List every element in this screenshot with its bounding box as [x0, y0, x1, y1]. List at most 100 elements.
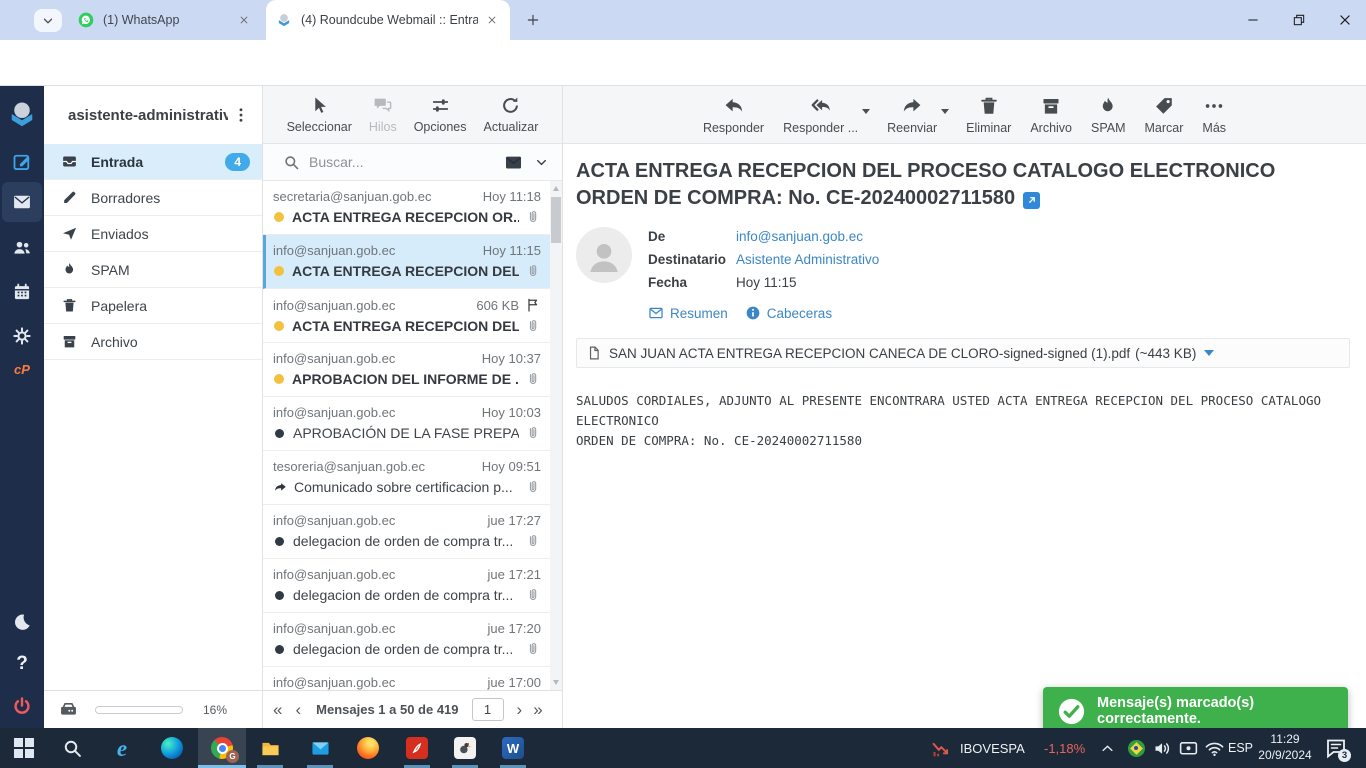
taskbar-search-icon[interactable]	[60, 736, 84, 760]
folder-spam[interactable]: SPAM	[44, 252, 262, 288]
list-item[interactable]: info@sanjuan.gob.ecHoy 10:03APROBACIÓN D…	[263, 397, 551, 451]
message-date: jue 17:27	[488, 513, 542, 528]
list-item[interactable]: info@sanjuan.gob.ec606 KBACTA ENTREGA RE…	[263, 289, 551, 343]
last-page-button[interactable]: »	[533, 701, 542, 718]
folder-entrada[interactable]: Entrada 4	[44, 144, 262, 180]
delete-button[interactable]: Eliminar	[966, 95, 1011, 143]
folder-archivo[interactable]: Archivo	[44, 324, 262, 360]
nav-calendar-button[interactable]	[0, 272, 44, 312]
tab-roundcube[interactable]: (4) Roundcube Webmail :: Entra	[266, 0, 510, 40]
wifi-icon[interactable]	[1202, 736, 1226, 760]
threads-button[interactable]: Hilos	[369, 95, 397, 143]
new-tab-button[interactable]	[524, 11, 542, 29]
reply-button[interactable]: Responder	[703, 95, 764, 143]
select-button[interactable]: Seleccionar	[287, 95, 352, 143]
close-tab-icon[interactable]	[484, 12, 500, 28]
tray-app-icon[interactable]	[1124, 736, 1148, 760]
list-item[interactable]: info@sanjuan.gob.ecHoy 11:15ACTA ENTREGA…	[263, 235, 551, 289]
window-close-button[interactable]	[1336, 11, 1354, 29]
paperclip-icon	[525, 425, 541, 441]
close-tab-icon[interactable]	[236, 12, 252, 28]
attachment-name[interactable]: SAN JUAN ACTA ENTREGA RECEPCION CANECA D…	[609, 346, 1130, 361]
mark-button[interactable]: Marcar	[1145, 95, 1184, 143]
message-subject: ACTA ENTREGA RECEPCION DEL...	[292, 263, 519, 279]
spam-button[interactable]: SPAM	[1091, 95, 1126, 143]
forward-button[interactable]: Reenviar	[887, 95, 937, 143]
button-label: Eliminar	[966, 121, 1011, 135]
stock-widget-icon[interactable]	[928, 736, 952, 760]
dark-mode-button[interactable]	[0, 602, 44, 642]
from-address-link[interactable]: info@sanjuan.gob.ec	[736, 225, 863, 248]
attachment-menu-caret-icon[interactable]	[1204, 350, 1214, 356]
list-item[interactable]: info@sanjuan.gob.ecjue 17:27delegacion d…	[263, 505, 551, 559]
nav-settings-button[interactable]	[0, 316, 44, 356]
list-item[interactable]: info@sanjuan.gob.ecjue 17:21delegacion d…	[263, 559, 551, 613]
tab-search-button[interactable]	[34, 9, 62, 32]
read-dot	[275, 645, 284, 654]
compose-button[interactable]	[0, 142, 44, 182]
stock-change[interactable]: -1,18%	[1044, 741, 1085, 756]
firefox-icon[interactable]	[356, 736, 380, 760]
summary-link[interactable]: Resumen	[648, 305, 728, 321]
next-page-button[interactable]: ›	[517, 701, 523, 718]
archive-button[interactable]: Archivo	[1030, 95, 1072, 143]
attachment-bar[interactable]: SAN JUAN ACTA ENTREGA RECEPCION CANECA D…	[576, 338, 1350, 368]
list-item[interactable]: secretaria@sanjuan.gob.ecHoy 11:18ACTA E…	[263, 181, 551, 235]
folder-options-icon[interactable]	[232, 106, 250, 124]
more-button[interactable]: Más	[1202, 95, 1226, 143]
folder-papelera[interactable]: Papelera	[44, 288, 262, 324]
tray-expand-icon[interactable]	[1098, 736, 1116, 760]
search-options-chevron-icon[interactable]	[535, 156, 548, 169]
folder-label: Papelera	[91, 298, 147, 314]
tag-icon	[1153, 95, 1175, 117]
nav-contacts-button[interactable]	[0, 228, 44, 268]
volume-icon[interactable]	[1150, 736, 1174, 760]
list-item[interactable]: info@sanjuan.gob.ecjue 17:20delegacion d…	[263, 613, 551, 667]
folder-enviados[interactable]: Enviados	[44, 216, 262, 252]
acrobat-icon[interactable]	[405, 736, 429, 760]
reply-all-button[interactable]: Responder ...	[783, 95, 858, 143]
logout-button[interactable]	[0, 686, 44, 726]
cpanel-button[interactable]: cP	[0, 354, 44, 384]
options-button[interactable]: Opciones	[414, 95, 467, 143]
prev-page-button[interactable]: ‹	[295, 701, 301, 718]
page-number-input[interactable]	[472, 698, 504, 721]
to-address-link[interactable]: Asistente Administrativo	[736, 248, 879, 271]
paperclip-icon	[525, 209, 541, 225]
tab-whatsapp[interactable]: (1) WhatsApp	[68, 0, 262, 40]
taskbar-clock[interactable]: 11:29 20/9/2024	[1252, 732, 1318, 763]
open-in-new-window-icon[interactable]	[1023, 192, 1040, 209]
window-minimize-button[interactable]	[1244, 11, 1262, 29]
nav-mail-button[interactable]	[2, 182, 42, 222]
bird-app-icon[interactable]	[453, 736, 477, 760]
file-explorer-icon[interactable]	[258, 736, 282, 760]
refresh-button[interactable]: Actualizar	[484, 95, 539, 143]
help-button[interactable]: ?	[0, 644, 44, 684]
meet-now-icon[interactable]	[1176, 736, 1200, 760]
start-button[interactable]	[12, 736, 36, 760]
tab-title: (1) WhatsApp	[103, 13, 230, 27]
word-icon[interactable]: W	[501, 736, 525, 760]
language-indicator[interactable]: ESP	[1228, 741, 1253, 755]
list-scrollbar[interactable]	[550, 181, 562, 690]
folder-borradores[interactable]: Borradores	[44, 180, 262, 216]
list-item[interactable]: info@sanjuan.gob.ecjue 17:00	[263, 667, 551, 690]
window-restore-button[interactable]	[1290, 11, 1308, 29]
edge-icon[interactable]	[160, 736, 184, 760]
list-item[interactable]: info@sanjuan.gob.ecHoy 10:37APROBACION D…	[263, 343, 551, 397]
dropdown-caret-icon[interactable]	[862, 109, 870, 114]
sender-avatar	[576, 227, 632, 283]
internet-explorer-icon[interactable]: e	[110, 736, 134, 760]
search-scope-icon[interactable]	[504, 153, 523, 172]
scrollbar-thumb[interactable]	[551, 197, 561, 243]
stock-name[interactable]: IBOVESPA	[960, 741, 1025, 756]
search-input[interactable]	[309, 154, 449, 170]
headers-link[interactable]: Cabeceras	[745, 305, 832, 321]
first-page-button[interactable]: «	[273, 701, 282, 718]
notification-center-icon[interactable]: 3	[1324, 736, 1348, 760]
button-label: Archivo	[1030, 121, 1072, 135]
mail-app-icon[interactable]	[308, 736, 332, 760]
list-item[interactable]: tesoreria@sanjuan.gob.ecHoy 09:51Comunic…	[263, 451, 551, 505]
chrome-icon[interactable]: G	[210, 736, 234, 760]
dropdown-caret-icon[interactable]	[941, 109, 949, 114]
